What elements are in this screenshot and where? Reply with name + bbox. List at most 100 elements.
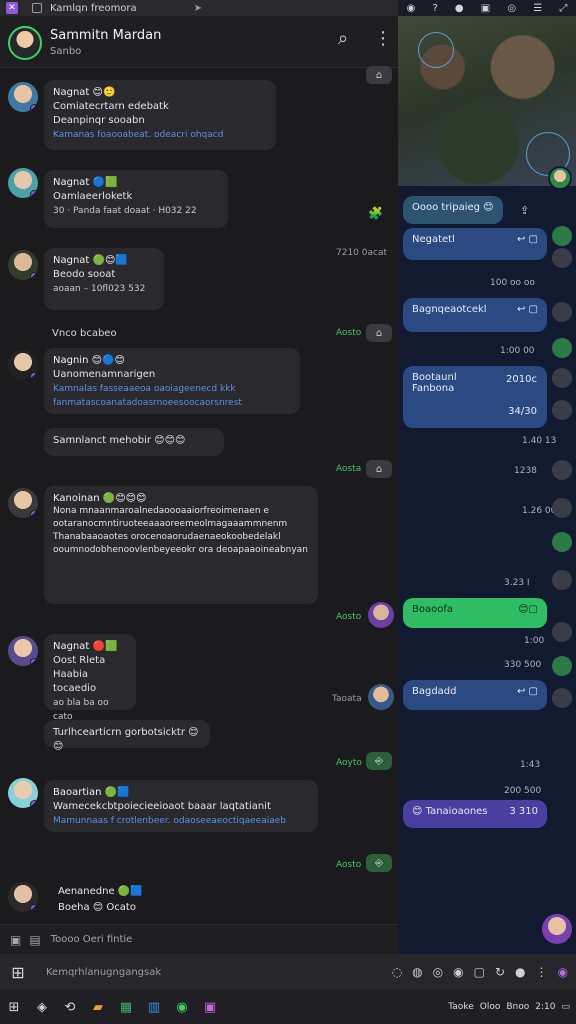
files-icon[interactable]: ▰ bbox=[84, 993, 112, 1021]
message-bubble[interactable]: Nagnat 🟢😊🟦 Beodo sooat aoaan – 10fl023 5… bbox=[44, 248, 164, 310]
emoji-icon: 😊😊😊 bbox=[154, 435, 186, 446]
avatar[interactable] bbox=[552, 226, 572, 246]
avatar[interactable] bbox=[8, 168, 38, 198]
avatar[interactable] bbox=[8, 26, 42, 60]
profile-icon[interactable]: ◉ bbox=[558, 965, 568, 979]
screen-icon[interactable]: ▢ bbox=[474, 965, 485, 979]
reply-icon[interactable]: ↩ ▢ bbox=[517, 304, 538, 315]
gif-icon[interactable]: ▤ bbox=[29, 933, 40, 947]
message-bubble[interactable]: Samnlanct mehobir 😊😊😊 bbox=[44, 428, 224, 456]
avatar[interactable] bbox=[8, 350, 38, 380]
refresh-icon[interactable]: ↻ bbox=[495, 965, 505, 979]
avatar[interactable] bbox=[548, 166, 572, 190]
apps-grid-icon[interactable]: ⊞ bbox=[0, 954, 36, 990]
message-bubble[interactable]: Oooo tripaieg 😊 bbox=[403, 196, 503, 224]
avatar[interactable] bbox=[552, 338, 572, 358]
tray-item[interactable]: Oloo bbox=[480, 1002, 501, 1012]
avatar[interactable] bbox=[552, 622, 572, 642]
browser-icon[interactable]: ◈ bbox=[28, 993, 56, 1021]
media-app-icon[interactable]: ▣ bbox=[196, 993, 224, 1021]
emoji-icon[interactable]: ◎ bbox=[433, 965, 443, 979]
message-bubble[interactable]: Bagdadd ↩ ▢ bbox=[403, 680, 547, 710]
gif-icon[interactable]: ◍ bbox=[412, 965, 422, 979]
avatar[interactable] bbox=[368, 602, 394, 628]
avatar[interactable] bbox=[8, 636, 38, 666]
message-link[interactable]: Kamnalas fasseaaeoa oaoiageenecd kkk bbox=[53, 382, 291, 396]
message-link[interactable]: Kamanas foaooabeat. odeacri ohqacd bbox=[53, 128, 267, 142]
minimap-icon bbox=[418, 32, 454, 68]
reaction-button[interactable]: ⌂ bbox=[366, 324, 392, 342]
message-time: 7210 0acat bbox=[336, 248, 387, 258]
help-icon[interactable]: ? bbox=[432, 3, 437, 14]
sender-name: Nagnat bbox=[53, 255, 90, 266]
avatar[interactable] bbox=[542, 914, 572, 944]
notification-icon[interactable]: ▭ bbox=[561, 1002, 570, 1012]
message-bubble[interactable]: Nagnat 🔴🟩 Oost Rleta Haabia tocaedio ao … bbox=[44, 634, 136, 722]
avatar[interactable] bbox=[8, 882, 38, 912]
message-bubble[interactable]: Negatetl ↩ ▢ bbox=[403, 228, 547, 260]
game-video-preview[interactable] bbox=[398, 16, 576, 190]
reply-icon[interactable]: ↩ ▢ bbox=[517, 686, 538, 697]
reaction-button[interactable]: ⎆ bbox=[366, 854, 392, 872]
clock: 2:10 bbox=[535, 1002, 556, 1012]
more-options-icon[interactable]: ⋮ bbox=[374, 28, 392, 49]
avatar-icon[interactable]: ● bbox=[455, 3, 464, 14]
avatar[interactable] bbox=[552, 302, 572, 322]
avatar[interactable] bbox=[552, 460, 572, 480]
message-bubble[interactable]: Bootaunl Fanbona 2010c 34/30 bbox=[403, 366, 547, 428]
message-bubble[interactable]: 😊 Tanaioaones 3 310 bbox=[403, 800, 547, 828]
sticker-icon[interactable]: ◌ bbox=[392, 965, 402, 979]
avatar[interactable] bbox=[552, 570, 572, 590]
emoji-icon: 🟢🟦 bbox=[117, 886, 143, 897]
mic-icon[interactable]: ◎ bbox=[507, 3, 516, 14]
message-bubble[interactable]: Aenanedne 🟢🟦 Boeha 😊 Ocato bbox=[58, 884, 143, 916]
menu-icon[interactable]: ☰ bbox=[533, 3, 542, 14]
message-bubble[interactable]: Baoartian 🟢🟦 Wamecekcbtpoiecieeioaot baa… bbox=[44, 780, 318, 832]
reaction-button[interactable]: ⌂ bbox=[366, 66, 392, 84]
message-bubble[interactable]: Bagnqeaotcekl ↩ ▢ bbox=[403, 298, 547, 332]
message-bubble[interactable]: Nagnat 🔵🟩 Oamlaeerloketk 30 · Panda faat… bbox=[44, 170, 228, 228]
sync-icon[interactable]: ⟲ bbox=[56, 993, 84, 1021]
window-frame-icon bbox=[32, 3, 42, 13]
avatar[interactable] bbox=[8, 778, 38, 808]
message-input[interactable]: Kemqrhlanugngangsak bbox=[36, 954, 392, 990]
message-link[interactable]: Mamunnaas f crotlenbeer. odaoseeaeoctiqa… bbox=[53, 814, 309, 828]
start-icon[interactable]: ⊞ bbox=[0, 993, 28, 1021]
attach-icon[interactable]: ▣ bbox=[10, 933, 21, 947]
send-icon[interactable]: ➤ bbox=[194, 3, 202, 14]
message-bubble[interactable]: Kanoinan 🟢😊😊😊 Nona mnaanmaroalnedaoooaai… bbox=[44, 486, 318, 604]
message-bubble[interactable]: Nagnat 😊🙂 Comiatecrtarn edebatk Deanpinq… bbox=[44, 80, 276, 150]
reply-icon[interactable]: ↩ ▢ bbox=[517, 234, 538, 245]
avatar[interactable] bbox=[8, 82, 38, 112]
record-icon[interactable]: ● bbox=[515, 965, 525, 979]
mic-icon[interactable]: ◉ bbox=[453, 965, 463, 979]
reaction-button[interactable]: ⎆ bbox=[366, 752, 392, 770]
calendar-icon[interactable]: ▥ bbox=[140, 993, 168, 1021]
avatar[interactable] bbox=[368, 684, 394, 710]
message-bubble[interactable]: Turlhcearticrn gorbotsicktr 😊😊 bbox=[44, 720, 210, 752]
reaction-button[interactable]: ⌂ bbox=[366, 460, 392, 478]
avatar[interactable] bbox=[552, 688, 572, 708]
message-bubble[interactable]: Boaoofa 😊▢ bbox=[403, 598, 547, 628]
avatar[interactable] bbox=[552, 248, 572, 268]
message-bubble[interactable]: Nagnin 😊🔵😊 Uanomenamnarigen Kamnalas fas… bbox=[44, 348, 300, 414]
reaction-icon[interactable]: 🧩 bbox=[368, 206, 383, 220]
avatar[interactable] bbox=[552, 400, 572, 420]
avatar[interactable] bbox=[8, 250, 38, 280]
spreadsheet-icon[interactable]: ▦ bbox=[112, 993, 140, 1021]
avatar[interactable] bbox=[552, 532, 572, 552]
avatar[interactable] bbox=[8, 488, 38, 518]
image-icon[interactable]: ▣ bbox=[481, 3, 490, 14]
user-badge-icon[interactable]: ◉ bbox=[407, 3, 416, 14]
expand-icon[interactable]: ⤢ bbox=[559, 3, 567, 14]
message-link[interactable]: fanmatascoanatadoasrnoeesoocaorsnrest bbox=[53, 396, 291, 410]
avatar[interactable] bbox=[552, 656, 572, 676]
share-icon[interactable]: ⇪ bbox=[520, 204, 529, 217]
tray-item[interactable]: Taoke bbox=[448, 1002, 473, 1012]
tray-item[interactable]: Bnoo bbox=[506, 1002, 529, 1012]
avatar[interactable] bbox=[552, 368, 572, 388]
more-options-icon[interactable]: ⋮ bbox=[536, 965, 548, 979]
search-icon[interactable]: ⌕ bbox=[338, 28, 358, 49]
avatar[interactable] bbox=[552, 498, 572, 518]
chat-app-icon[interactable]: ◉ bbox=[168, 993, 196, 1021]
